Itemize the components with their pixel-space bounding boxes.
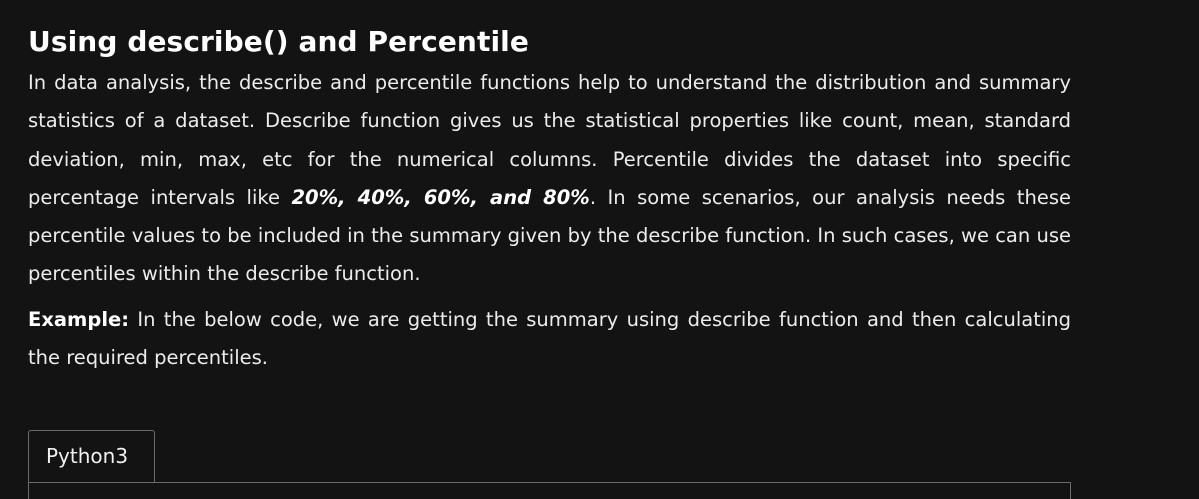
code-panel xyxy=(28,482,1071,499)
article-content: Using describe() and Percentile In data … xyxy=(28,0,1071,377)
intro-paragraph: In data analysis, the describe and perce… xyxy=(28,64,1071,294)
article-title: Using describe() and Percentile xyxy=(28,25,529,58)
tab-python3[interactable]: Python3 xyxy=(28,430,155,482)
example-label: Example: xyxy=(28,307,130,331)
example-text: In the below code, we are getting the su… xyxy=(28,307,1071,370)
tab-python3-label: Python3 xyxy=(46,444,129,468)
percentile-values-emphasis: 20%, 40%, 60%, and 80% xyxy=(291,185,590,209)
code-block: Python3 xyxy=(28,430,1071,499)
example-paragraph: Example: In the below code, we are getti… xyxy=(28,301,1071,378)
